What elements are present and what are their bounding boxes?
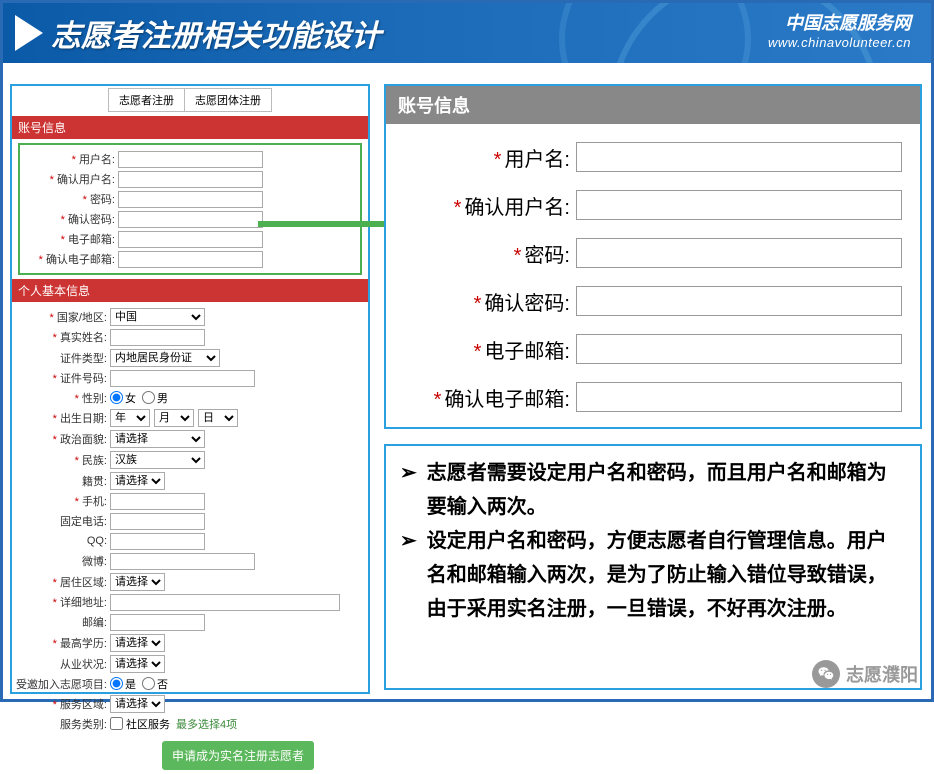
idtype-select[interactable]: 内地居民身份证 [110, 349, 220, 367]
lbl-gender: 性别: [12, 390, 110, 406]
notes-panel: ➢志愿者需要设定用户名和密码，而且用户名和邮箱为要输入两次。 ➢设定用户名和密码… [384, 444, 922, 690]
lbl-svc-type: 服务类别: [12, 716, 110, 732]
zlbl-password: 密码: [524, 245, 570, 267]
ethnic-select[interactable]: 汉族 [110, 451, 205, 469]
lbl-addr: 详细地址: [12, 594, 110, 610]
slide-title: 志愿者注册相关功能设计 [51, 11, 381, 55]
lbl-polit: 政治面貌: [12, 431, 110, 447]
lbl-svc-region: 服务区域: [12, 696, 110, 712]
z-confirm-username-input[interactable] [576, 190, 902, 220]
country-select[interactable]: 中国 [110, 308, 205, 326]
zlbl-email: 电子邮箱: [484, 341, 570, 363]
confirm-email-input[interactable] [118, 251, 263, 268]
lbl-country: 国家/地区: [12, 309, 110, 325]
edu-select[interactable]: 请选择 [110, 634, 165, 652]
zlbl-username: 用户名: [504, 149, 570, 171]
lbl-phone: 固定电话: [12, 513, 110, 529]
year-select[interactable]: 年 [110, 409, 150, 427]
personal-section-bar: 个人基本信息 [12, 279, 368, 302]
lbl-invite: 受邀加入志愿项目: [12, 676, 110, 692]
account-highlight-box: 用户名: 确认用户名: 密码: 确认密码: 电子邮箱: 确认电子邮箱: [18, 143, 362, 275]
bullet-icon: ➢ [400, 456, 417, 524]
bullet-icon: ➢ [400, 524, 417, 626]
lbl-mobile: 手机: [12, 493, 110, 509]
z-email-input[interactable] [576, 334, 902, 364]
lbl-native: 籍贯: [12, 473, 110, 489]
native-select[interactable]: 请选择 [110, 472, 165, 490]
zlbl-confirm-username: 确认用户名: [464, 197, 570, 219]
note-2: 设定用户名和密码，方便志愿者自行管理信息。用户名和邮箱输入两次，是为了防止输入错… [427, 524, 906, 626]
lbl-confirm-username: 确认用户名: [20, 171, 118, 187]
addr-input[interactable] [110, 594, 340, 611]
tab-volunteer[interactable]: 志愿者注册 [108, 88, 185, 112]
idnum-input[interactable] [110, 370, 255, 387]
gender-m-radio[interactable] [142, 391, 155, 404]
slide-header: 志愿者注册相关功能设计 中国志愿服务网 www.chinavolunteer.c… [3, 3, 931, 63]
watermark-text: 志愿濮阳 [846, 661, 918, 687]
brand-name: 中国志愿服务网 [768, 9, 911, 35]
mobile-input[interactable] [110, 493, 205, 510]
qq-input[interactable] [110, 533, 205, 550]
brand-block: 中国志愿服务网 www.chinavolunteer.cn [768, 9, 911, 50]
job-select[interactable]: 请选择 [110, 655, 165, 673]
brand-url: www.chinavolunteer.cn [768, 35, 911, 50]
lbl-email: 电子邮箱: [20, 231, 118, 247]
tab-group[interactable]: 志愿团体注册 [185, 88, 272, 112]
realname-input[interactable] [110, 329, 205, 346]
arrow-icon [15, 15, 43, 51]
z-username-input[interactable] [576, 142, 902, 172]
lbl-confirm-email: 确认电子邮箱: [20, 251, 118, 267]
left-form-panel: 志愿者注册志愿团体注册 账号信息 用户名: 确认用户名: 密码: 确认密码: 电… [10, 84, 370, 694]
lbl-confirm-password: 确认密码: [20, 211, 118, 227]
lbl-edu: 最高学历: [12, 635, 110, 651]
zip-input[interactable] [110, 614, 205, 631]
gender-f-radio[interactable] [110, 391, 123, 404]
lbl-zip: 邮编: [12, 614, 110, 630]
lbl-qq: QQ: [12, 535, 110, 547]
month-select[interactable]: 月 [154, 409, 194, 427]
zoom-title: 账号信息 [386, 86, 920, 124]
region-select[interactable]: 请选择 [110, 573, 165, 591]
lbl-password: 密码: [20, 191, 118, 207]
z-password-input[interactable] [576, 238, 902, 268]
lbl-username: 用户名: [20, 151, 118, 167]
zoom-panel: 账号信息 *用户名: *确认用户名: *密码: *确认密码: *电子邮箱: *确… [384, 84, 922, 429]
confirm-password-input[interactable] [118, 211, 263, 228]
zlbl-confirm-password: 确认密码: [484, 293, 570, 315]
lbl-ethnic: 民族: [12, 452, 110, 468]
invite-no-radio[interactable] [142, 677, 155, 690]
polit-select[interactable]: 请选择 [110, 430, 205, 448]
svc-region-select[interactable]: 请选择 [110, 695, 165, 713]
lbl-job: 从业状况: [12, 656, 110, 672]
lbl-realname: 真实姓名: [12, 329, 110, 345]
watermark: 志愿濮阳 [812, 660, 918, 688]
z-confirm-password-input[interactable] [576, 286, 902, 316]
submit-button[interactable]: 申请成为实名注册志愿者 [162, 741, 314, 770]
note-1: 志愿者需要设定用户名和密码，而且用户名和邮箱为要输入两次。 [427, 456, 906, 524]
day-select[interactable]: 日 [198, 409, 238, 427]
lbl-birth: 出生日期: [12, 410, 110, 426]
weibo-input[interactable] [110, 553, 255, 570]
account-section-bar: 账号信息 [12, 116, 368, 139]
lbl-region: 居住区域: [12, 574, 110, 590]
username-input[interactable] [118, 151, 263, 168]
zlbl-confirm-email: 确认电子邮箱: [444, 389, 570, 411]
lbl-weibo: 微博: [12, 553, 110, 569]
email-input[interactable] [118, 231, 263, 248]
confirm-username-input[interactable] [118, 171, 263, 188]
svc-type-checkbox[interactable] [110, 717, 123, 730]
phone-input[interactable] [110, 513, 205, 530]
z-confirm-email-input[interactable] [576, 382, 902, 412]
invite-yes-radio[interactable] [110, 677, 123, 690]
lbl-idtype: 证件类型: [12, 350, 110, 366]
password-input[interactable] [118, 191, 263, 208]
wechat-icon [812, 660, 840, 688]
lbl-idnum: 证件号码: [12, 370, 110, 386]
svc-more-hint: 最多选择4项 [176, 716, 237, 732]
